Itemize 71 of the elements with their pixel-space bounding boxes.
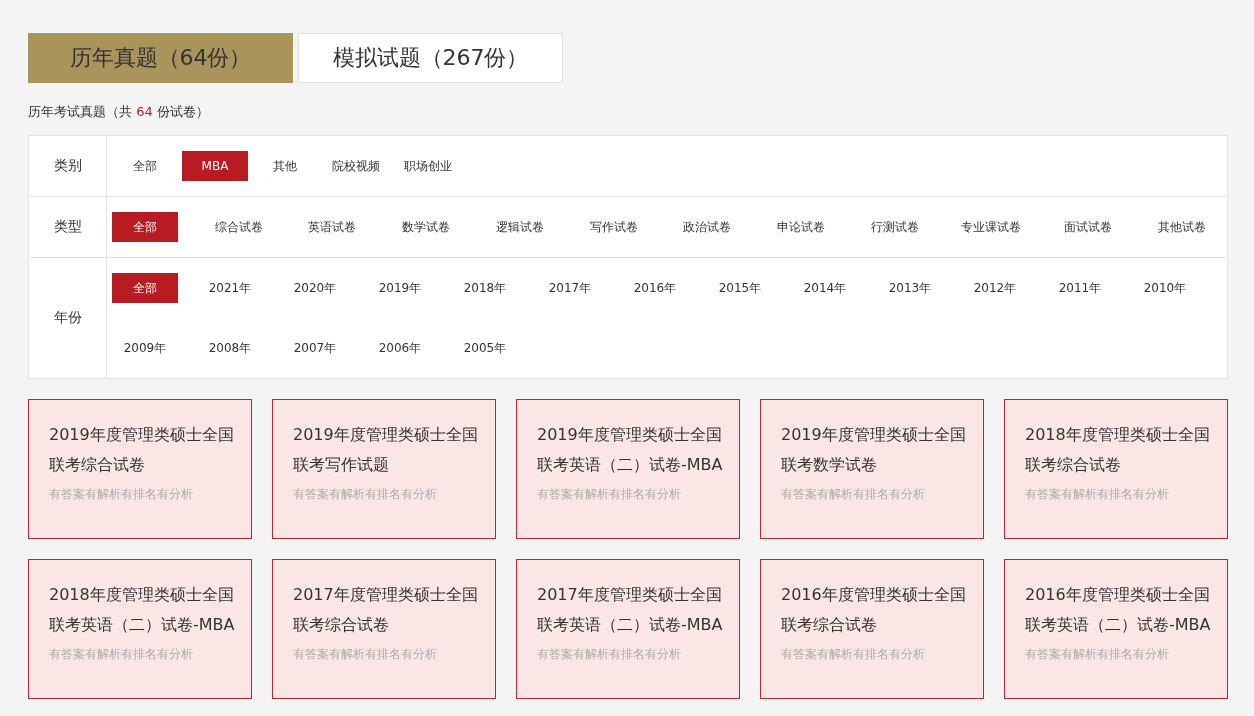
filter-label: 类型 — [53, 218, 82, 236]
filter-option[interactable]: 2014年 — [792, 273, 858, 303]
summary-text: 历年考试真题（共 64 份试卷） — [28, 103, 210, 121]
paper-note: 有答案有解析有排名有分析 — [49, 646, 194, 663]
paper-title: 2018年度管理类硕士全国联考综合试卷 — [1025, 424, 1211, 476]
filter-option[interactable]: 2006年 — [367, 333, 433, 363]
filter-option[interactable]: 2012年 — [962, 273, 1028, 303]
filter-option[interactable]: 2009年 — [112, 333, 178, 363]
filter-option[interactable]: 申论试卷 — [768, 212, 835, 242]
filter-option[interactable]: 全部 — [112, 151, 178, 181]
paper-note: 有答案有解析有排名有分析 — [1025, 486, 1170, 503]
paper-note: 有答案有解析有排名有分析 — [1025, 646, 1170, 663]
paper-note: 有答案有解析有排名有分析 — [293, 486, 438, 503]
paper-card[interactable]: 2019年度管理类硕士全国联考写作试题 有答案有解析有排名有分析 — [272, 399, 496, 539]
filter-option[interactable]: 英语试卷 — [299, 212, 366, 242]
paper-title: 2016年度管理类硕士全国联考英语（二）试卷-MBA — [1025, 584, 1212, 636]
filter-option[interactable]: 2018年 — [452, 273, 518, 303]
filter-option[interactable]: 全部 — [112, 273, 178, 303]
filter-option[interactable]: 数学试卷 — [393, 212, 460, 242]
paper-card[interactable]: 2018年度管理类硕士全国联考英语（二）试卷-MBA 有答案有解析有排名有分析 — [28, 559, 252, 699]
filter-option[interactable]: 面试试卷 — [1055, 212, 1122, 242]
paper-card[interactable]: 2016年度管理类硕士全国联考综合试卷 有答案有解析有排名有分析 — [760, 559, 984, 699]
paper-card[interactable]: 2019年度管理类硕士全国联考英语（二）试卷-MBA 有答案有解析有排名有分析 — [516, 399, 740, 539]
filter-option[interactable]: 专业课试卷 — [955, 212, 1028, 242]
filter-option[interactable]: 2016年 — [622, 273, 688, 303]
filter-option[interactable]: 全部 — [112, 212, 178, 242]
filter-option[interactable]: 行测试卷 — [861, 212, 928, 242]
paper-title: 2019年度管理类硕士全国联考数学试卷 — [781, 424, 967, 476]
paper-note: 有答案有解析有排名有分析 — [293, 646, 438, 663]
paper-card[interactable]: 2017年度管理类硕士全国联考英语（二）试卷-MBA 有答案有解析有排名有分析 — [516, 559, 740, 699]
paper-title: 2017年度管理类硕士全国联考英语（二）试卷-MBA — [537, 584, 724, 636]
paper-title: 2019年度管理类硕士全国联考英语（二）试卷-MBA — [537, 424, 724, 476]
paper-title: 2018年度管理类硕士全国联考英语（二）试卷-MBA — [49, 584, 236, 636]
filter-option[interactable]: 2021年 — [197, 273, 263, 303]
filter-option[interactable]: 写作试卷 — [580, 212, 647, 242]
filter-option[interactable]: 其他试卷 — [1148, 212, 1215, 242]
paper-note: 有答案有解析有排名有分析 — [781, 646, 926, 663]
filter-label: 年份 — [53, 309, 82, 327]
paper-card[interactable]: 2019年度管理类硕士全国联考综合试卷 有答案有解析有排名有分析 — [28, 399, 252, 539]
filter-option[interactable]: 2015年 — [707, 273, 773, 303]
filter-option[interactable]: 2013年 — [877, 273, 943, 303]
filter-option[interactable]: 院校视频 — [322, 151, 390, 181]
paper-note: 有答案有解析有排名有分析 — [781, 486, 926, 503]
paper-card[interactable]: 2017年度管理类硕士全国联考综合试卷 有答案有解析有排名有分析 — [272, 559, 496, 699]
filter-option[interactable]: 2017年 — [537, 273, 603, 303]
filter-option[interactable]: 2007年 — [282, 333, 348, 363]
tab[interactable]: 模拟试题（267份） — [298, 33, 563, 83]
filter-option[interactable]: 2011年 — [1047, 273, 1113, 303]
paper-title: 2019年度管理类硕士全国联考写作试题 — [293, 424, 479, 476]
paper-title: 2016年度管理类硕士全国联考综合试卷 — [781, 584, 967, 636]
paper-title: 2017年度管理类硕士全国联考综合试卷 — [293, 584, 479, 636]
paper-card[interactable]: 2018年度管理类硕士全国联考综合试卷 有答案有解析有排名有分析 — [1004, 399, 1228, 539]
paper-note: 有答案有解析有排名有分析 — [537, 486, 682, 503]
paper-card[interactable]: 2016年度管理类硕士全国联考英语（二）试卷-MBA 有答案有解析有排名有分析 — [1004, 559, 1228, 699]
filter-option[interactable]: 2020年 — [282, 273, 348, 303]
filter-label: 类别 — [53, 157, 82, 175]
tab[interactable]: 历年真题（64份） — [28, 33, 293, 83]
filter-option[interactable]: 政治试卷 — [674, 212, 741, 242]
paper-note: 有答案有解析有排名有分析 — [49, 486, 194, 503]
filter-option[interactable]: MBA — [182, 151, 248, 181]
filter-option[interactable]: 2008年 — [197, 333, 263, 363]
paper-card[interactable]: 2019年度管理类硕士全国联考数学试卷 有答案有解析有排名有分析 — [760, 399, 984, 539]
filter-option[interactable]: 职场创业 — [394, 151, 462, 181]
filter-option[interactable]: 2010年 — [1132, 273, 1198, 303]
filter-option[interactable]: 2005年 — [452, 333, 518, 363]
filter-option[interactable]: 逻辑试卷 — [486, 212, 553, 242]
filter-option[interactable]: 2019年 — [367, 273, 433, 303]
filter-option[interactable]: 综合试卷 — [205, 212, 272, 242]
filter-option[interactable]: 其他 — [252, 151, 318, 181]
paper-title: 2019年度管理类硕士全国联考综合试卷 — [49, 424, 235, 476]
paper-note: 有答案有解析有排名有分析 — [537, 646, 682, 663]
